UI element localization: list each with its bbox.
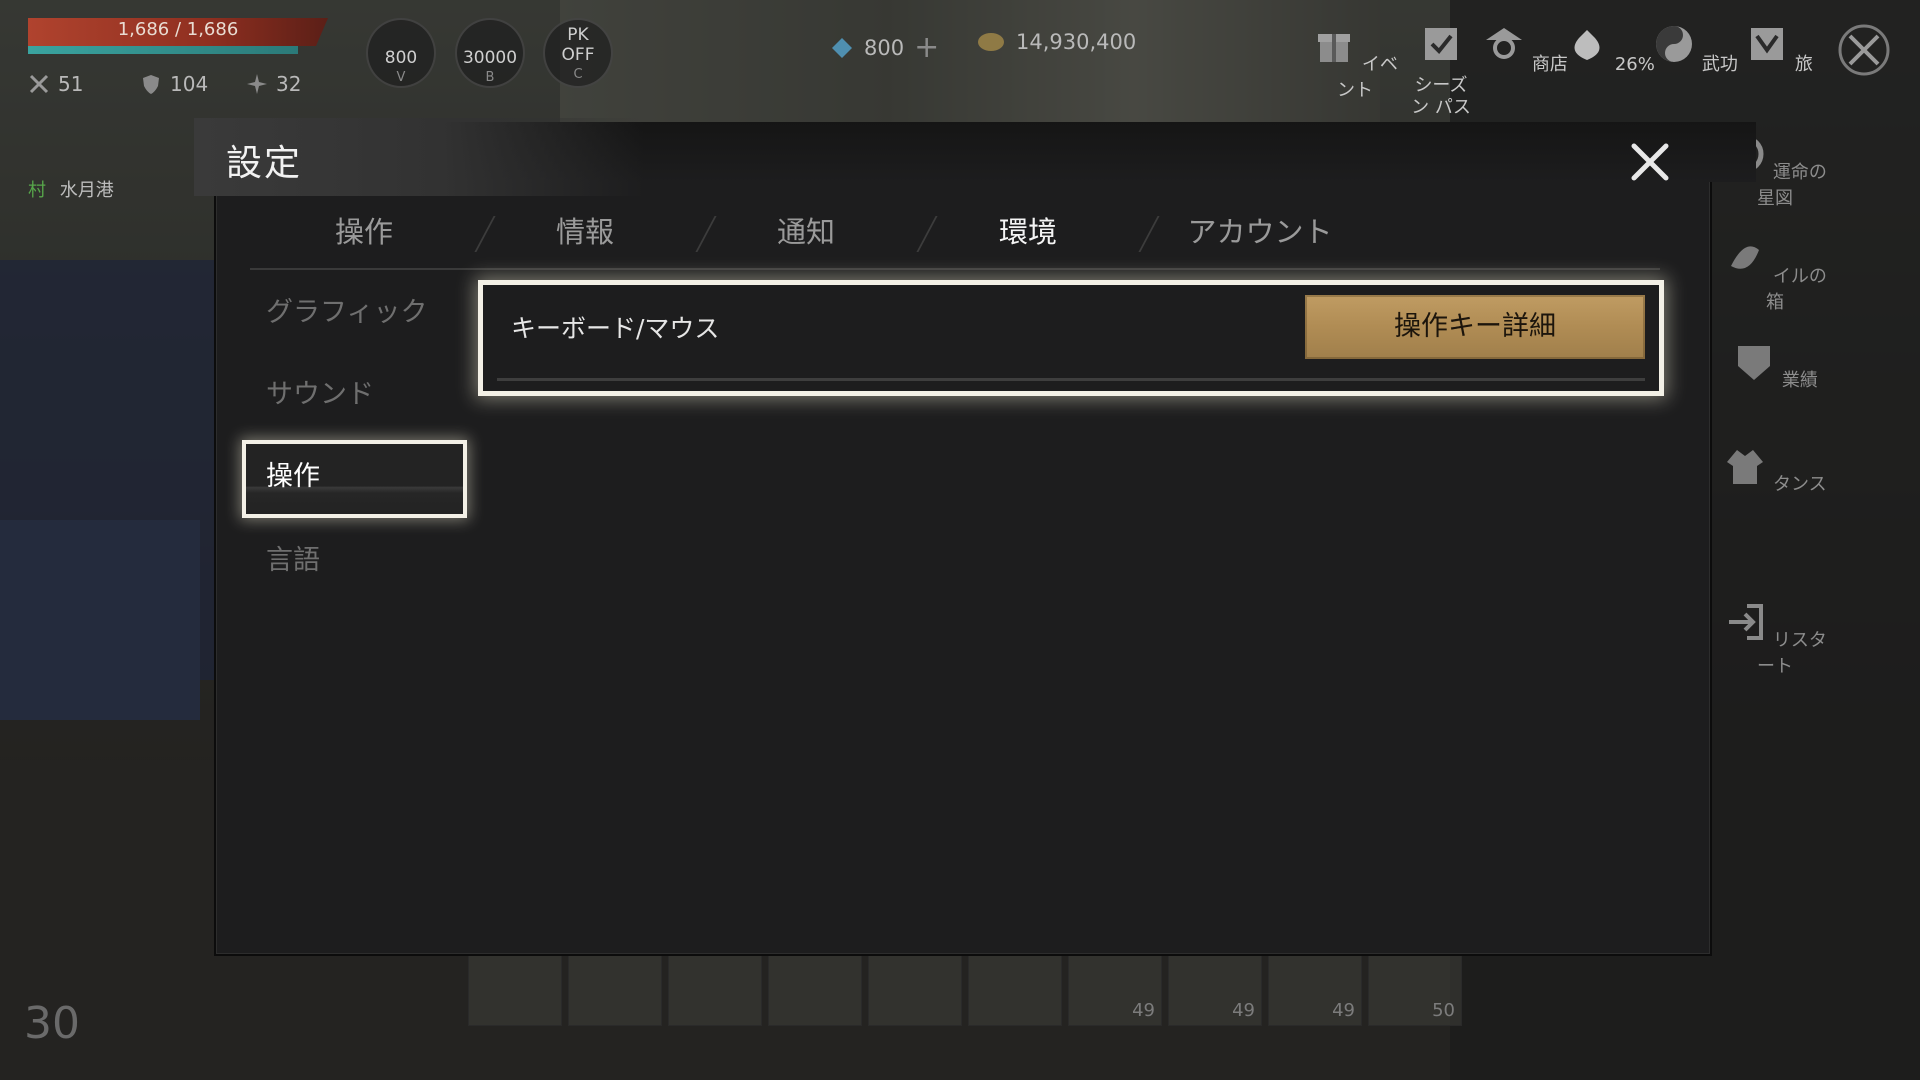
yin-yang-icon bbox=[1656, 26, 1693, 62]
player-level: 30 bbox=[24, 998, 80, 1049]
potion-button[interactable]: 800 V bbox=[366, 18, 436, 88]
hotbar-slot[interactable] bbox=[868, 952, 962, 1026]
diamond-value: 800 bbox=[864, 35, 905, 60]
tab-separator bbox=[474, 216, 496, 252]
tab-notifications[interactable]: 通知 bbox=[716, 210, 896, 254]
bag-menu[interactable]: 26% bbox=[1565, 22, 1655, 75]
hotbar-slot[interactable] bbox=[568, 952, 662, 1026]
tab-separator bbox=[1138, 216, 1160, 252]
hotbar-slot[interactable] bbox=[768, 952, 862, 1026]
combat-toggle-icon[interactable] bbox=[1836, 22, 1892, 78]
gold-potion-count: 30000 bbox=[462, 47, 518, 68]
defense-stat: 104 bbox=[140, 72, 208, 96]
martial-arts-menu[interactable]: 武功 bbox=[1650, 22, 1740, 76]
journey-menu[interactable]: 旅 bbox=[1734, 22, 1824, 76]
calendar-check-icon bbox=[1425, 28, 1457, 60]
event-menu[interactable]: イベント bbox=[1310, 22, 1400, 102]
keyboard-mouse-row: キーボード/マウス 操作キー詳細 bbox=[478, 280, 1664, 396]
row-underline bbox=[497, 378, 1645, 381]
dialog-title: 設定 bbox=[226, 143, 303, 184]
location-tag: 村 bbox=[28, 180, 46, 201]
diamond-icon bbox=[832, 37, 852, 58]
location-name: 水月港 bbox=[59, 180, 114, 201]
bag-percent: 26% bbox=[1614, 54, 1655, 75]
hp-text: 1,686 / 1,686 bbox=[117, 19, 239, 40]
restart-menu[interactable]: リスタート bbox=[1720, 600, 1830, 678]
sidebar-item-language[interactable]: 言語 bbox=[242, 524, 467, 598]
defense-value: 104 bbox=[170, 72, 209, 96]
settings-tabs: 操作 情報 通知 環境 アカウント bbox=[250, 210, 1660, 270]
shop-icon bbox=[1486, 28, 1523, 59]
swirl-icon bbox=[1731, 246, 1760, 269]
tabs-divider bbox=[250, 268, 1660, 270]
pouch-icon bbox=[1574, 30, 1600, 60]
tab-info[interactable]: 情報 bbox=[495, 210, 675, 254]
sidebar-item-sound[interactable]: サウンド bbox=[242, 358, 467, 432]
diamond-currency: 800 + bbox=[830, 30, 939, 65]
martial-arts-label: 武功 bbox=[1701, 54, 1738, 75]
skill-hotbar: 49 49 49 50 bbox=[468, 952, 1462, 1026]
star-value: 32 bbox=[276, 72, 302, 96]
attack-stat: 51 bbox=[28, 72, 83, 96]
il-box-menu[interactable]: イルの箱 bbox=[1720, 236, 1830, 314]
gold-potion-key: B bbox=[485, 69, 495, 85]
swords-icon bbox=[29, 74, 49, 94]
coin-icon bbox=[978, 33, 1004, 51]
achievement-label: 業績 bbox=[1781, 370, 1818, 391]
sidebar-item-graphics[interactable]: グラフィック bbox=[242, 276, 467, 350]
location: 村 水月港 bbox=[28, 176, 114, 202]
achievement-menu[interactable]: 業績 bbox=[1720, 340, 1830, 392]
wardrobe-label: タンス bbox=[1773, 474, 1827, 495]
wardrobe-menu[interactable]: タンス bbox=[1720, 444, 1830, 496]
potion-key: V bbox=[396, 69, 406, 85]
hotbar-slot[interactable] bbox=[968, 952, 1062, 1026]
hotbar-slot[interactable] bbox=[668, 952, 762, 1026]
shop-menu[interactable]: 商店 bbox=[1480, 22, 1570, 76]
tab-separator bbox=[916, 216, 938, 252]
pk-toggle-button[interactable]: PK OFF C bbox=[543, 18, 613, 88]
il-box-label: イルの箱 bbox=[1766, 266, 1827, 313]
gift-icon bbox=[1318, 34, 1351, 62]
add-diamond-icon[interactable]: + bbox=[914, 30, 939, 65]
sidebar-item-controls[interactable]: 操作 bbox=[242, 440, 467, 518]
star-stat: 32 bbox=[246, 72, 301, 96]
pk-label-top: PK bbox=[567, 24, 589, 45]
tab-controls[interactable]: 操作 bbox=[274, 210, 454, 254]
hotbar-slot[interactable]: 50 bbox=[1368, 952, 1462, 1026]
journey-label: 旅 bbox=[1794, 54, 1813, 75]
restart-label: リスタート bbox=[1757, 630, 1827, 677]
star-map-label: 運命の星図 bbox=[1757, 162, 1827, 209]
journey-icon bbox=[1751, 28, 1784, 60]
pk-key: C bbox=[573, 66, 583, 82]
robe-icon bbox=[1727, 450, 1764, 484]
keyboard-mouse-label: キーボード/マウス bbox=[511, 314, 720, 343]
attack-value: 51 bbox=[58, 72, 84, 96]
hotbar-slot[interactable]: 49 bbox=[1268, 952, 1362, 1026]
close-icon[interactable] bbox=[1620, 132, 1680, 192]
gold-currency: 14,930,400 bbox=[976, 30, 1136, 54]
potion-count: 800 bbox=[384, 47, 418, 68]
mp-bar bbox=[28, 46, 298, 54]
emblem-icon bbox=[1738, 346, 1771, 380]
exit-icon bbox=[1729, 604, 1764, 640]
tab-environment[interactable]: 環境 bbox=[938, 210, 1118, 254]
season-pass-label: シーズン パス bbox=[1411, 75, 1471, 118]
tab-account[interactable]: アカウント bbox=[1160, 210, 1360, 254]
star-icon bbox=[247, 74, 267, 94]
tab-separator bbox=[695, 216, 717, 252]
key-details-button[interactable]: 操作キー詳細 bbox=[1305, 295, 1645, 359]
season-pass-menu[interactable]: シーズン パス bbox=[1396, 22, 1486, 119]
pk-label-bottom: OFF bbox=[561, 44, 595, 65]
shop-label: 商店 bbox=[1531, 54, 1568, 75]
gold-potion-button[interactable]: 30000 B bbox=[455, 18, 525, 88]
shield-icon bbox=[143, 75, 159, 94]
gold-value: 14,930,400 bbox=[1016, 30, 1137, 54]
hotbar-slot[interactable] bbox=[468, 952, 562, 1026]
hotbar-slot[interactable]: 49 bbox=[1068, 952, 1162, 1026]
hotbar-slot[interactable]: 49 bbox=[1168, 952, 1262, 1026]
